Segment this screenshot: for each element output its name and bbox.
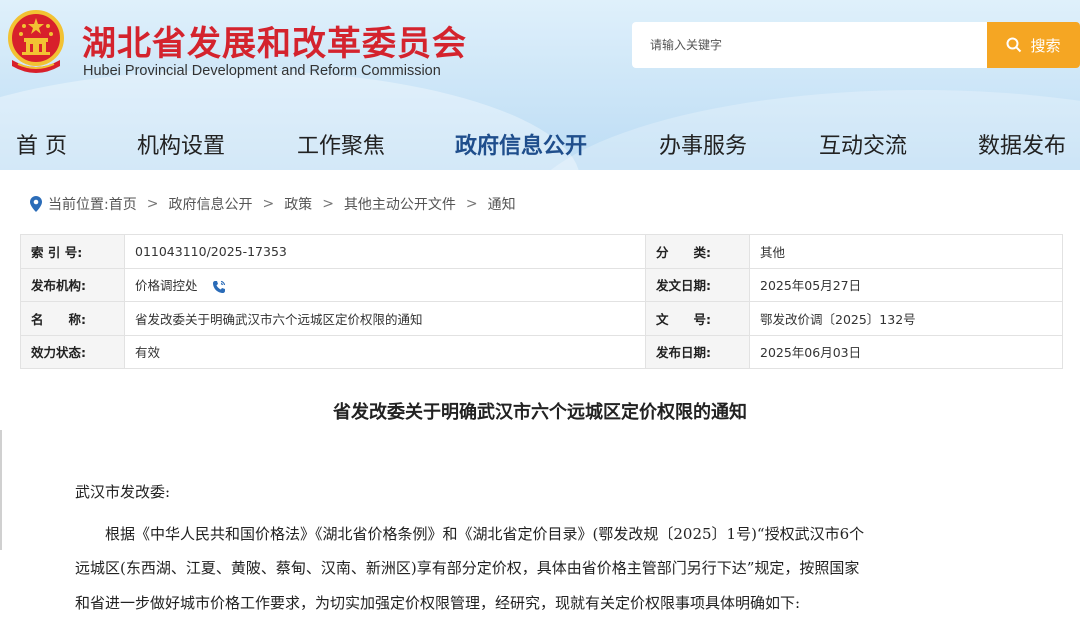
doc-number-value: 鄂发改价调〔2025〕132号 — [749, 301, 1063, 336]
nav-item-interaction[interactable]: 互动交流 — [819, 128, 907, 160]
article-paragraph-line: 远城区(东西湖、江夏、黄陂、蔡甸、汉南、新洲区)享有部分定价权，具体由省价格主管… — [75, 559, 860, 577]
site-header: 湖北省发展和改革委员会 Hubei Provincial Development… — [0, 0, 1080, 170]
nav-item-work-focus[interactable]: 工作聚焦 — [297, 128, 385, 160]
page-edge-divider — [0, 430, 2, 550]
index-number-label: 索 引 号: — [20, 234, 125, 269]
breadcrumb-item-notice[interactable]: 通知 — [488, 194, 516, 214]
publisher-label: 发布机构: — [20, 267, 125, 302]
breadcrumb-separator: > — [465, 196, 478, 212]
category-label: 分 类: — [645, 234, 750, 269]
doc-number-label: 文 号: — [645, 301, 750, 336]
breadcrumb-item-gov-info[interactable]: 政府信息公开 — [168, 194, 252, 214]
search-button-label: 搜索 — [1030, 36, 1061, 55]
nav-item-services[interactable]: 办事服务 — [659, 128, 747, 160]
search-box — [632, 22, 988, 68]
main-nav: 首 页 机构设置 工作聚焦 政府信息公开 办事服务 互动交流 数据发布 — [0, 128, 1080, 164]
breadcrumb-separator: > — [322, 196, 334, 212]
index-number-value: 011043110/2025-17353 — [124, 234, 646, 269]
issue-date-value: 2025年05月27日 — [749, 267, 1063, 302]
breadcrumb-item-policy[interactable]: 政策 — [284, 194, 312, 214]
site-title: 湖北省发展和改革委员会 — [82, 24, 467, 64]
table-row: 效力状态: 有效 发布日期: 2025年06月03日 — [20, 334, 1063, 369]
search-input[interactable] — [632, 22, 988, 68]
nav-item-data[interactable]: 数据发布 — [978, 128, 1066, 160]
breadcrumb-separator: > — [146, 196, 159, 212]
location-pin-icon — [30, 196, 42, 212]
issue-date-label: 发文日期: — [645, 267, 750, 302]
nav-item-home[interactable]: 首 页 — [16, 128, 67, 160]
national-emblem-icon[interactable] — [4, 8, 68, 80]
site-subtitle: Hubei Provincial Development and Reform … — [83, 63, 441, 79]
breadcrumb-item-home[interactable]: 首页 — [109, 194, 137, 214]
publish-date-value: 2025年06月03日 — [749, 334, 1063, 369]
nav-item-organization[interactable]: 机构设置 — [137, 128, 225, 160]
breadcrumb-separator: > — [262, 196, 275, 212]
breadcrumb: 当前位置: 首页 > 政府信息公开 > 政策 > 其他主动公开文件 > 通知 — [30, 194, 516, 214]
search-icon — [1006, 37, 1022, 53]
article-paragraph-line: 和省进一步做好城市价格工作要求，为切实加强定价权限管理，经研究，现就有关定价权限… — [75, 594, 801, 612]
table-row: 名 称: 省发改委关于明确武汉市六个远城区定价权限的通知 文 号: 鄂发改价调〔… — [20, 301, 1063, 336]
breadcrumb-item-other-files[interactable]: 其他主动公开文件 — [344, 194, 456, 214]
doc-name-label: 名 称: — [20, 301, 125, 336]
search-button[interactable]: 搜索 — [987, 22, 1080, 68]
category-value: 其他 — [749, 234, 1063, 269]
article-paragraph-line: 根据《中华人民共和国价格法》《湖北省价格条例》和《湖北省定价目录》(鄂发改规〔2… — [75, 525, 865, 543]
doc-name-value: 省发改委关于明确武汉市六个远城区定价权限的通知 — [124, 301, 646, 336]
article-greeting: 武汉市发改委: — [75, 483, 171, 501]
validity-value: 有效 — [124, 334, 646, 369]
breadcrumb-prefix: 当前位置: — [48, 197, 109, 213]
article-title: 省发改委关于明确武汉市六个远城区定价权限的通知 — [333, 402, 747, 423]
nav-item-gov-info[interactable]: 政府信息公开 — [455, 128, 587, 160]
publish-date-label: 发布日期: — [645, 334, 750, 369]
publisher-value: 价格调控处 — [135, 278, 198, 294]
publisher-cell: 价格调控处 — [124, 267, 646, 302]
table-row: 发布机构: 价格调控处 发文日期: 2025年05月27日 — [20, 267, 1063, 302]
phone-icon[interactable] — [212, 280, 226, 294]
table-row: 索 引 号: 011043110/2025-17353 分 类: 其他 — [20, 234, 1063, 269]
document-info-table: 索 引 号: 011043110/2025-17353 分 类: 其他 发布机构… — [20, 234, 1063, 369]
validity-label: 效力状态: — [20, 334, 125, 369]
